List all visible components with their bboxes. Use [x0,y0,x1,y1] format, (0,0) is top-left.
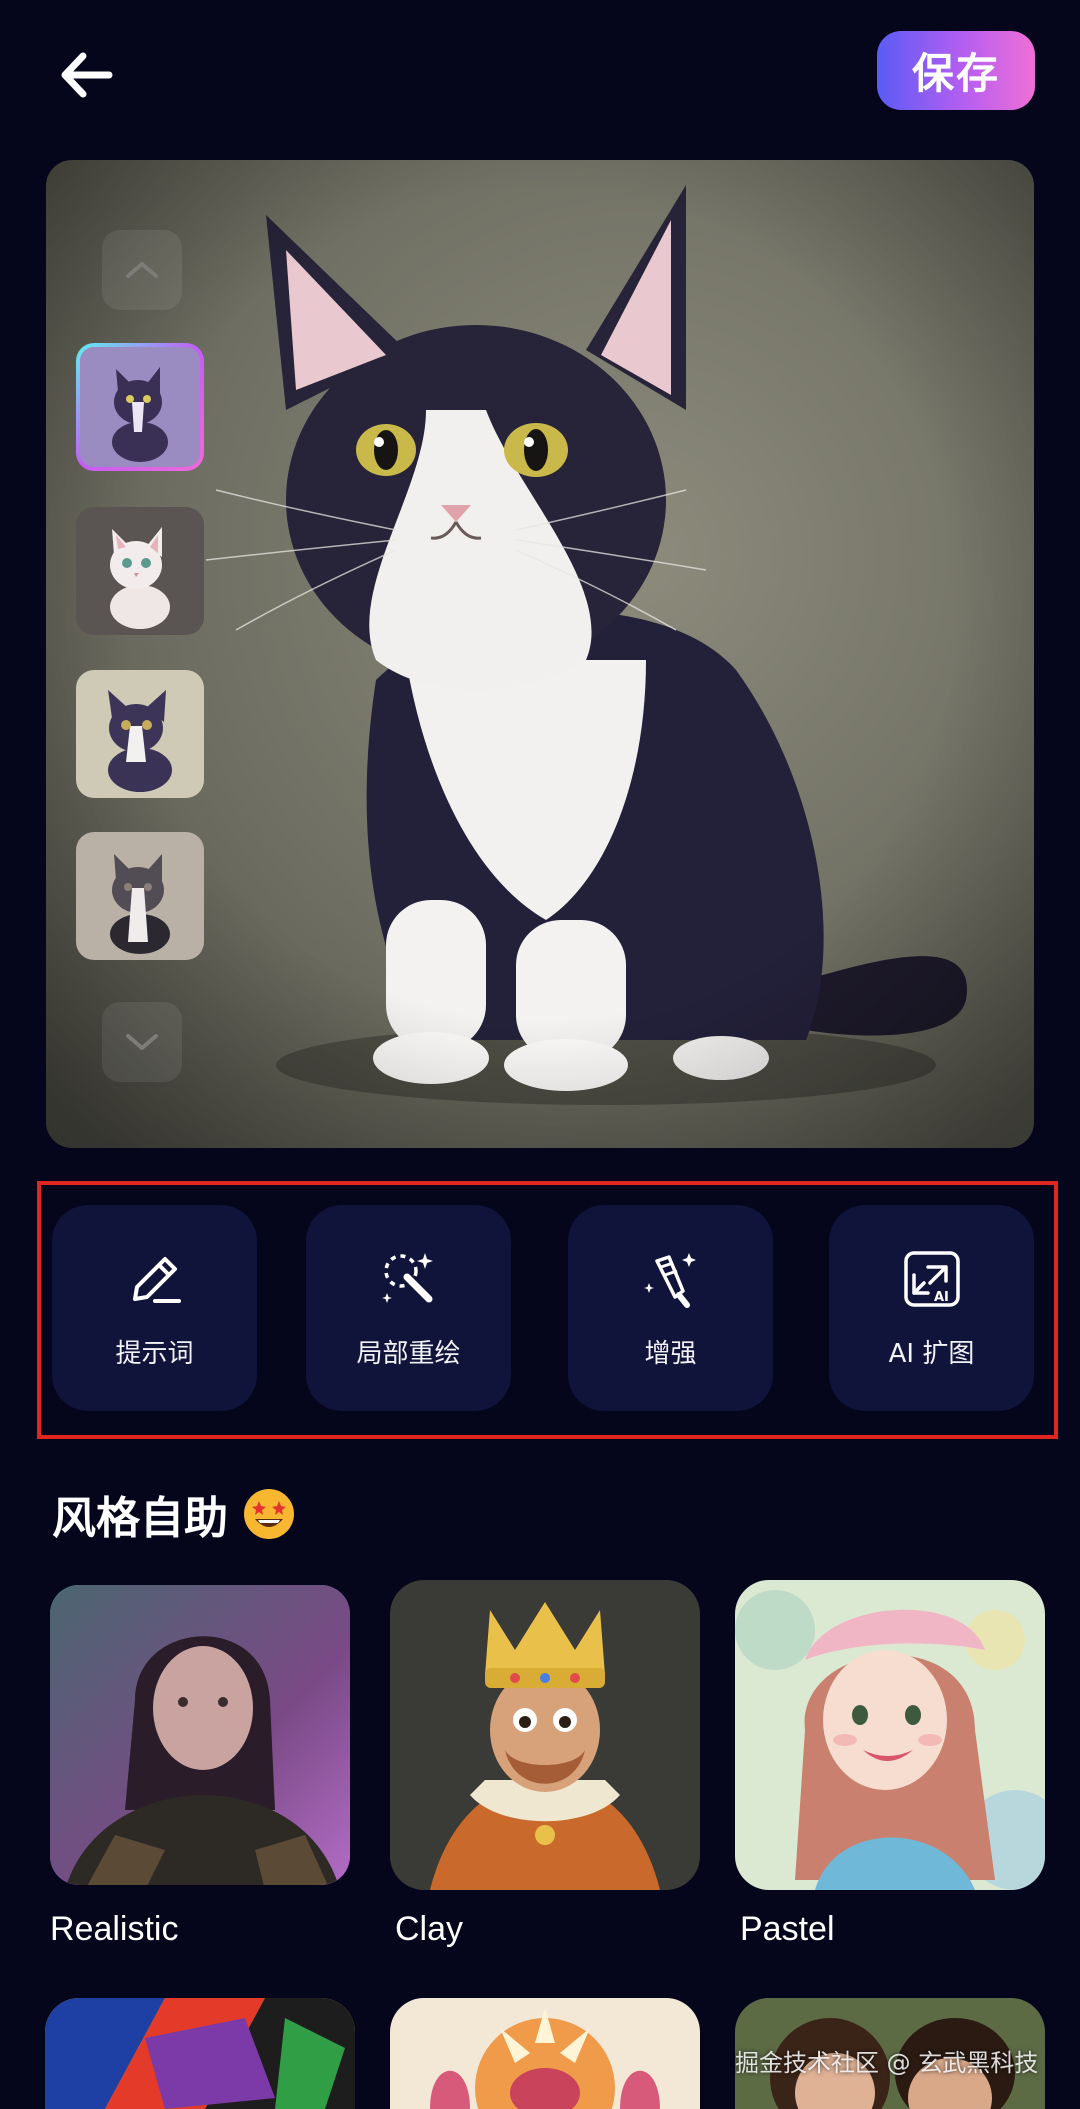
image-editor-screen: 保存 提示词 局部重绘 增强 AI AI 扩图 风格自助 Realistic C… [0,0,1080,2109]
tool-prompt-button[interactable]: 提示词 [52,1205,257,1411]
pastel-style-image [735,1580,1045,1890]
style-card-pastel[interactable] [735,1580,1045,1890]
realistic-style-image [50,1585,350,1885]
pencil-icon [132,1256,181,1303]
save-button[interactable]: 保存 [877,31,1035,110]
tool-label: 局部重绘 [356,1338,461,1369]
tool-ai-expand-button[interactable]: AI AI 扩图 [829,1205,1034,1411]
style-card-realistic[interactable] [45,1580,355,1890]
thumbnail-2[interactable] [76,507,204,635]
style-card-abstract[interactable] [45,1998,355,2109]
thumbnail-kitten-image [76,507,204,635]
enhance-wand-icon [643,1252,696,1308]
tool-inpaint-button[interactable]: 局部重绘 [306,1205,511,1411]
style-card-folk[interactable] [390,1998,700,2109]
tool-label: 增强 [644,1338,697,1369]
svg-text:AI: AI [934,1290,949,1305]
thumbnail-down-button[interactable] [102,1002,182,1082]
chevron-up-icon [126,262,158,278]
back-button[interactable] [50,40,120,110]
arrow-left-icon [61,52,113,98]
clay-style-image [390,1580,700,1890]
thumbnail-kitten-image [76,832,204,960]
style-section-title: 风格自助 [52,1484,296,1544]
star-struck-emoji-icon [244,1489,294,1539]
thumbnail-3[interactable] [76,670,204,798]
image-preview[interactable] [46,160,1034,1148]
folk-style-image [390,1998,700,2109]
chevron-down-icon [126,1034,158,1050]
section-title-text: 风格自助 [52,1493,228,1544]
thumbnail-1[interactable] [76,343,204,471]
style-card-clay[interactable] [390,1580,700,1890]
thumbnail-4[interactable] [76,832,204,960]
kitten-image [46,160,1034,1148]
abstract-style-image [45,1998,355,2109]
tool-label: 提示词 [115,1338,194,1369]
watermark-text: 掘金技术社区 @ 玄武黑科技 [735,2049,1039,2077]
ai-expand-icon: AI [903,1250,960,1307]
tool-label: AI 扩图 [888,1338,975,1369]
style-label-pastel: Pastel [740,1910,835,1948]
thumbnail-kitten-image [76,670,204,798]
thumbnail-up-button[interactable] [102,230,182,310]
style-label-realistic: Realistic [50,1910,179,1948]
tool-enhance-button[interactable]: 增强 [568,1205,773,1411]
magic-wand-icon [381,1252,433,1303]
thumbnail-kitten-image [80,347,200,467]
style-label-clay: Clay [395,1910,464,1948]
